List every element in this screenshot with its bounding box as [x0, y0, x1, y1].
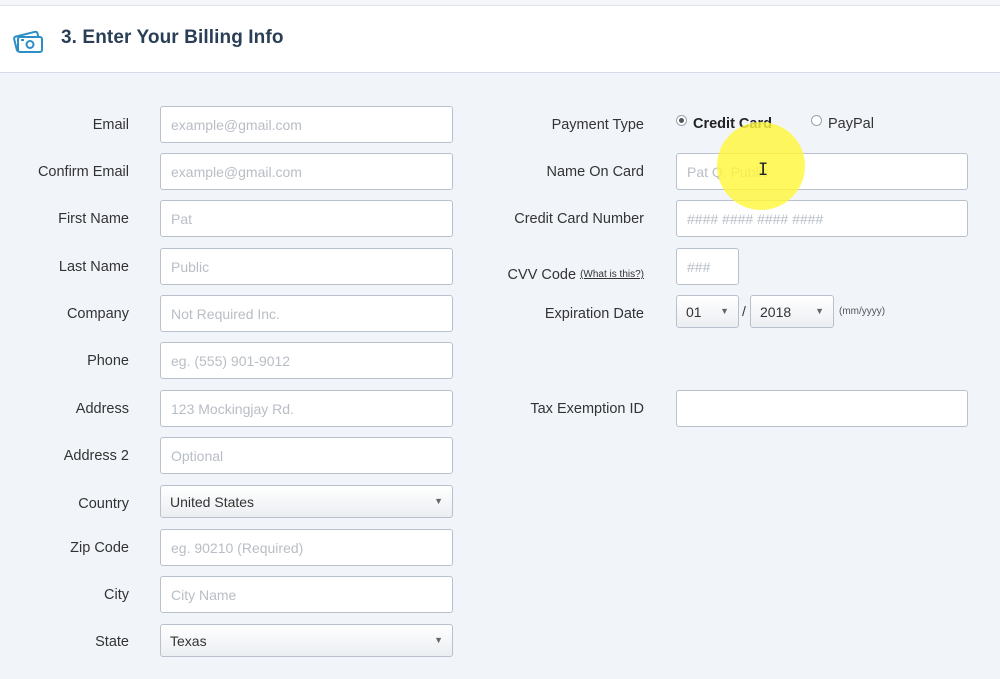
- address-input[interactable]: [161, 391, 452, 426]
- cvv-help-link[interactable]: (What is this?): [580, 269, 644, 280]
- section-header: 3. Enter Your Billing Info: [0, 6, 1000, 73]
- payment-type-label: Payment Type: [551, 117, 644, 133]
- tax-exemption-input[interactable]: [677, 391, 967, 426]
- phone-field[interactable]: [160, 342, 453, 379]
- zip-code-field[interactable]: [160, 529, 453, 566]
- email-input[interactable]: [161, 107, 452, 142]
- chevron-down-icon: ▼: [434, 635, 443, 645]
- phone-input[interactable]: [161, 343, 452, 378]
- address2-input[interactable]: [161, 438, 452, 473]
- confirm-email-label: Confirm Email: [37, 164, 129, 180]
- address-label: Address: [75, 401, 129, 417]
- last-name-input[interactable]: [161, 249, 452, 284]
- card-number-input[interactable]: [677, 201, 967, 236]
- cvv-field[interactable]: [676, 248, 739, 285]
- last-name-label: Last Name: [58, 259, 129, 275]
- paypal-label[interactable]: PayPal: [828, 116, 874, 132]
- section-title: 3. Enter Your Billing Info: [61, 27, 284, 48]
- company-field[interactable]: [160, 295, 453, 332]
- address2-field[interactable]: [160, 437, 453, 474]
- last-name-field[interactable]: [160, 248, 453, 285]
- chevron-down-icon: ▼: [815, 306, 824, 316]
- address2-label: Address 2: [63, 448, 129, 464]
- cvv-input[interactable]: [677, 249, 738, 284]
- email-label: Email: [92, 117, 129, 133]
- city-field[interactable]: [160, 576, 453, 613]
- country-label: Country: [78, 496, 129, 512]
- expiration-label: Expiration Date: [544, 306, 644, 322]
- expiration-month-value: 01: [686, 304, 702, 320]
- cvv-label-group: CVV Code (What is this?): [480, 267, 644, 283]
- country-select[interactable]: United States ▼: [160, 485, 453, 518]
- state-value: Texas: [170, 633, 207, 649]
- date-format-hint: (mm/yyyy): [839, 306, 886, 317]
- first-name-field[interactable]: [160, 200, 453, 237]
- expiration-year-value: 2018: [760, 304, 792, 320]
- tax-exemption-field[interactable]: [676, 390, 968, 427]
- confirm-email-field[interactable]: [160, 153, 453, 190]
- cash-card-icon: [13, 30, 43, 53]
- phone-label: Phone: [87, 353, 129, 369]
- zip-code-label: Zip Code: [70, 540, 129, 556]
- city-input[interactable]: [161, 577, 452, 612]
- first-name-input[interactable]: [161, 201, 452, 236]
- company-input[interactable]: [161, 296, 452, 331]
- text-cursor-icon: I: [758, 160, 769, 180]
- state-label: State: [95, 634, 129, 650]
- state-select[interactable]: Texas ▼: [160, 624, 453, 657]
- tax-exemption-label: Tax Exemption ID: [530, 401, 644, 417]
- chevron-down-icon: ▼: [720, 306, 729, 316]
- country-value: United States: [170, 494, 255, 510]
- city-label: City: [104, 587, 129, 603]
- date-separator: /: [742, 303, 746, 319]
- paypal-radio[interactable]: [811, 115, 822, 126]
- credit-card-radio[interactable]: [676, 115, 687, 126]
- zip-code-input[interactable]: [161, 530, 452, 565]
- email-field[interactable]: [160, 106, 453, 143]
- card-number-label: Credit Card Number: [514, 211, 644, 227]
- address-field[interactable]: [160, 390, 453, 427]
- name-on-card-label: Name On Card: [546, 164, 644, 180]
- card-number-field[interactable]: [676, 200, 968, 237]
- expiration-month-select[interactable]: 01 ▼: [676, 295, 739, 328]
- first-name-label: First Name: [58, 211, 129, 227]
- chevron-down-icon: ▼: [434, 496, 443, 506]
- cvv-label: CVV Code: [507, 267, 577, 283]
- expiration-year-select[interactable]: 2018 ▼: [750, 295, 834, 328]
- confirm-email-input[interactable]: [161, 154, 452, 189]
- company-label: Company: [66, 306, 129, 322]
